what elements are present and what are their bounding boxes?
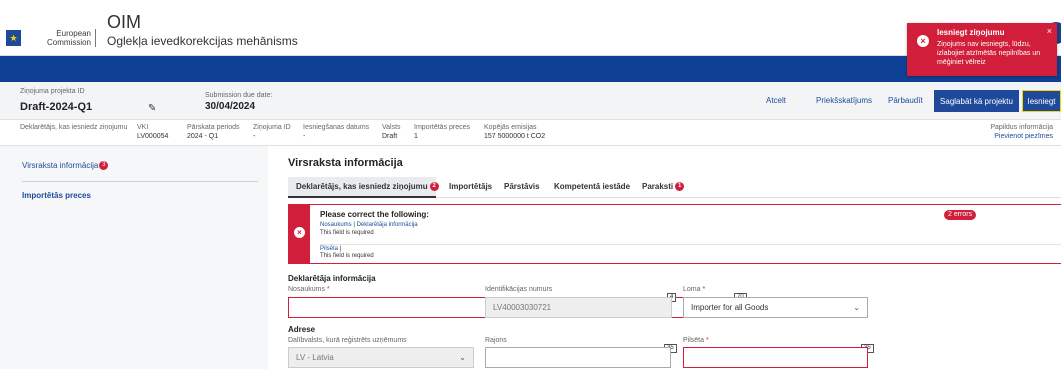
name-label-text: Nosaukums (288, 286, 325, 293)
european-commission-logo[interactable]: ★ European Commission (6, 26, 96, 50)
sidebar-divider (22, 181, 258, 182)
nav-band (0, 56, 1061, 82)
id-number-label: Identifikācijas numurs (485, 286, 553, 293)
chevron-down-icon: ⌄ (853, 303, 860, 312)
imported-goods-label: Importētās preces (414, 124, 471, 131)
error-message: This field is required (320, 253, 374, 259)
section-declarant-info: Deklarētāja informācija (288, 274, 376, 283)
error-title: Please correct the following: (320, 210, 429, 219)
district-label: Rajons (485, 337, 507, 344)
required-marker: * (326, 286, 330, 293)
toast-message: Ziņojums nav iesniegts, lūdzu, izlabojie… (937, 41, 1041, 66)
error-item-name: Nosaukums | Deklarētāja informācija (320, 222, 418, 228)
role-select[interactable]: Importer for all Goods ⌄ (683, 297, 868, 318)
app-short-name: OIM (107, 12, 141, 32)
imported-goods-value: 1 (414, 133, 418, 140)
vki-value: LV000054 (137, 133, 169, 140)
required-marker: * (702, 286, 706, 293)
country-select: LV - Latvia ⌄ (288, 347, 474, 368)
app-header: ★ European Commission OIM Oglekļa ievedk… (0, 0, 1061, 56)
extra-info-label: Papildus informācija (990, 124, 1053, 131)
app-long-name: Oglekļa ievedkorekcijas mehānisms (107, 34, 298, 48)
status-label: Valsts (382, 124, 401, 131)
error-separator: | (338, 246, 342, 252)
close-icon[interactable]: × (1047, 26, 1052, 36)
tab-label: Paraksti (642, 182, 674, 191)
status-value: Draft (382, 133, 398, 140)
edit-pencil-icon[interactable]: ✎ (148, 103, 156, 114)
eu-flag-icon: ★ (6, 30, 21, 46)
tab-label: Deklarētājs, kas iesniedz ziņojumu (296, 182, 428, 191)
due-date-value: 30/04/2024 (205, 101, 256, 112)
error-count-badge: 1 (675, 182, 685, 192)
draft-id-value: Draft-2024-Q1 (20, 101, 93, 113)
error-count-badge: 2 (429, 182, 439, 192)
role-selected-value: Importer for all Goods (691, 303, 769, 312)
submit-date-value: - (303, 133, 306, 140)
emissions-value: 157 5000000 t CO2 (484, 133, 546, 140)
error-link-city[interactable]: Pilsēta (320, 246, 338, 252)
report-id-value: - (253, 133, 256, 140)
error-context: Deklarētāja informācija (356, 222, 418, 228)
city-label: Pilsēta * (683, 337, 709, 344)
vki-label: VKI (137, 124, 149, 131)
name-label: Nosaukums * (288, 286, 330, 293)
chevron-down-icon: ⌄ (459, 353, 466, 362)
period-value: 2024 - Q1 (187, 133, 219, 140)
brand-line-2: Commission (46, 38, 91, 47)
validation-error-panel: × Please correct the following: 2 errors… (288, 204, 1061, 264)
tab-representative[interactable]: Pārstāvis (504, 182, 540, 191)
country-selected-value: LV - Latvia (296, 353, 334, 362)
page-title: Virsraksta informācija (288, 157, 403, 169)
city-input[interactable] (683, 347, 868, 368)
section-address: Adrese (288, 325, 316, 334)
period-label: Pārskata periods (187, 124, 240, 131)
error-divider (320, 244, 1061, 245)
report-summary-row: Deklarētājs, kas iesniedz ziņojumu VKI L… (0, 120, 1061, 146)
id-number-field: LV40003030721 (485, 297, 672, 318)
error-message: This field is required (320, 230, 374, 236)
sidebar-item-header-info[interactable]: Virsraksta informācija 3 (22, 161, 109, 171)
report-toolbar: Ziņojuma projekta ID Draft-2024-Q1 ✎ Sub… (0, 82, 1061, 120)
tab-bar: Deklarētājs, kas iesniedz ziņojumu 2 Impo… (288, 176, 1061, 198)
tab-signatures[interactable]: Paraksti 1 (642, 182, 685, 192)
commission-wordmark: European Commission (47, 29, 96, 47)
error-circle-icon: × (294, 227, 305, 238)
required-marker: * (705, 337, 709, 344)
error-link-name[interactable]: Nosaukums (320, 222, 352, 228)
sidebar-item-imported-goods[interactable]: Importētās preces (22, 191, 91, 200)
save-draft-button[interactable]: Saglabāt kā projektu (934, 90, 1019, 112)
district-input[interactable] (485, 347, 671, 368)
error-count-badge: 2 errors (944, 210, 977, 220)
draft-id-label: Ziņojuma projekta ID (20, 88, 85, 95)
error-item-city: Pilsēta | (320, 246, 341, 252)
due-date-label: Submission due date: (205, 92, 273, 99)
toast-title: Iesniegt ziņojumu (937, 28, 1005, 37)
report-id-label: Ziņojuma ID (253, 124, 291, 131)
error-circle-icon: × (917, 35, 929, 47)
error-toast: × Iesniegt ziņojumu Ziņojums nav iesnieg… (907, 23, 1057, 76)
country-label: Dalībvalsts, kurā reģistrēts uzņēmums (288, 337, 407, 344)
check-button[interactable]: Pārbaudīt (888, 96, 923, 105)
role-label-text: Loma (683, 286, 701, 293)
sidebar: Virsraksta informācija 3 Importētās prece… (0, 146, 268, 369)
main-content: Virsraksta informācija Deklarētājs, kas … (268, 146, 1061, 369)
tab-importer[interactable]: Importētājs (449, 182, 492, 191)
add-notes-link[interactable]: Pievienot piezīmes (994, 133, 1053, 140)
role-label: Loma * (683, 286, 705, 293)
sidebar-item-label: Virsraksta informācija (22, 161, 99, 170)
submit-date-label: Iesniegšanas datums (303, 124, 370, 131)
error-count-badge: 3 (99, 161, 109, 171)
preview-button[interactable]: Priekšskatījums (816, 96, 872, 105)
cancel-button[interactable]: Atcelt (766, 96, 786, 105)
tab-competent-authority[interactable]: Kompetentā iestāde (554, 182, 630, 191)
declarant-label: Deklarētājs, kas iesniedz ziņojumu (20, 124, 128, 131)
brand-line-1: European (56, 29, 91, 38)
emissions-label: Kopējās emisijas (484, 124, 537, 131)
submit-button[interactable]: Iesniegt (1022, 90, 1061, 112)
city-label-text: Pilsēta (683, 337, 705, 344)
error-strip: × (289, 205, 310, 263)
tab-declarant[interactable]: Deklarētājs, kas iesniedz ziņojumu 2 (296, 182, 439, 192)
